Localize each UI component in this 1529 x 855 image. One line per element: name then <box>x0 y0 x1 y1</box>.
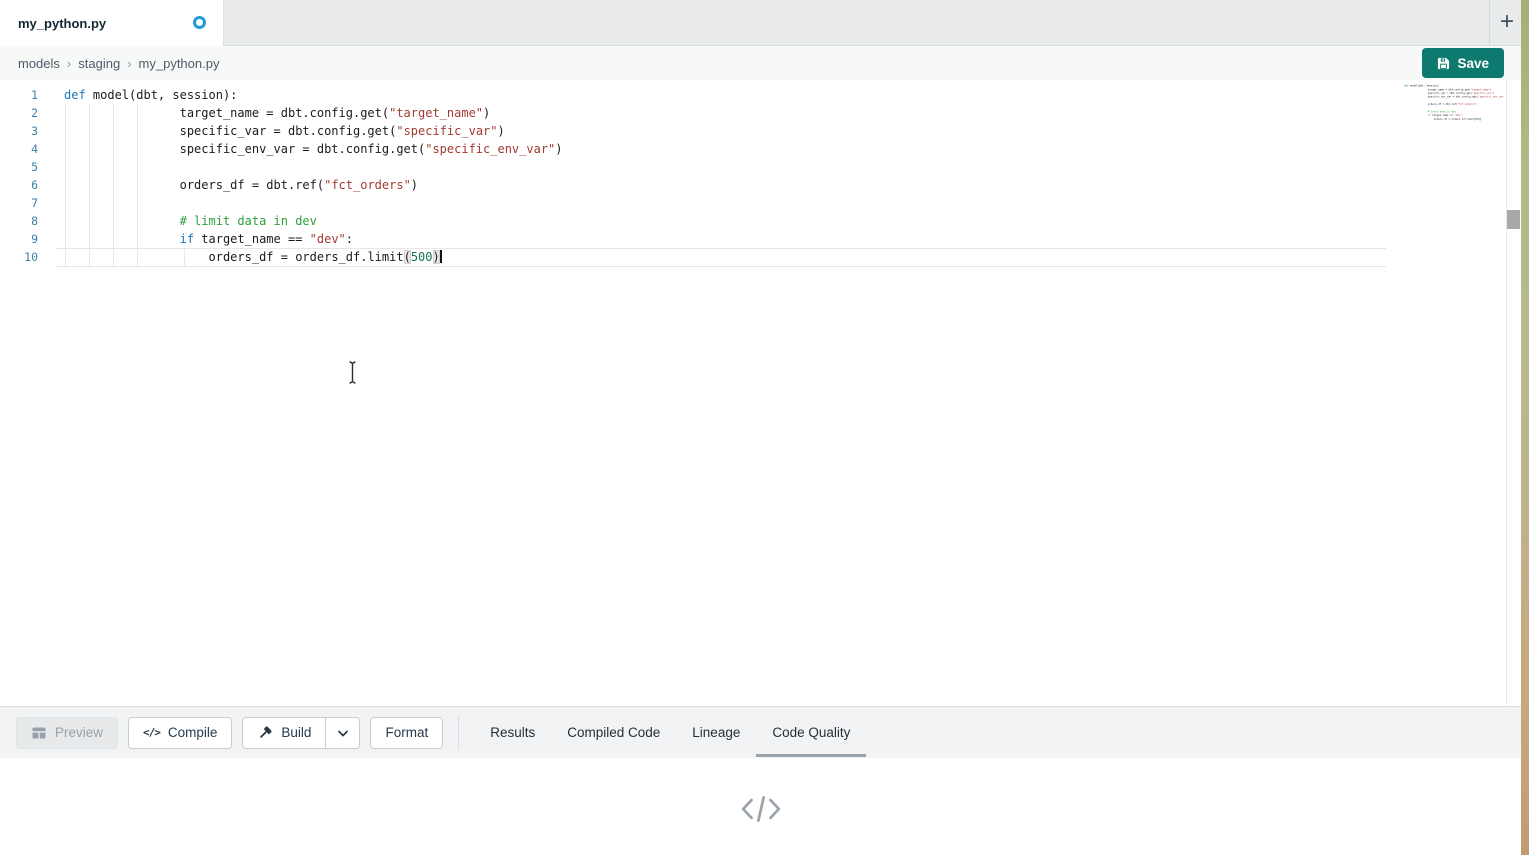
line-number: 8 <box>0 212 44 230</box>
hammer-icon <box>257 725 273 741</box>
compile-button-label: Compile <box>168 725 218 740</box>
code-brackets-icon: </> <box>143 726 160 739</box>
chevron-down-icon <box>335 725 351 741</box>
compile-button[interactable]: </> Compile <box>128 717 232 749</box>
tabbar-divider <box>1489 0 1490 45</box>
code-line[interactable]: 10 orders_df = orders_df.limit(500) <box>0 248 563 266</box>
line-number: 4 <box>0 140 44 158</box>
editor-scrollbar-thumb[interactable] <box>1507 210 1520 229</box>
save-button[interactable]: Save <box>1422 48 1504 78</box>
line-number: 3 <box>0 122 44 140</box>
breadcrumb-models[interactable]: models <box>18 56 60 71</box>
table-icon <box>31 725 47 741</box>
toolbar-divider <box>458 716 459 750</box>
unsaved-changes-dot-icon <box>193 16 206 29</box>
code-line[interactable]: 7 <box>0 194 563 212</box>
save-button-label: Save <box>1457 56 1489 71</box>
floppy-disk-icon <box>1437 57 1450 70</box>
code-line[interactable]: 4 specific_env_var = dbt.config.get("spe… <box>0 140 563 158</box>
editor-tab-bar: my_python.py + <box>0 0 1521 46</box>
chevron-right-icon: › <box>67 56 71 71</box>
line-number: 2 <box>0 104 44 122</box>
mouse-cursor-ibeam-icon <box>345 359 360 391</box>
result-panel-tabs: Results Compiled Code Lineage Code Quali… <box>474 707 866 759</box>
code-line: orders_df = orders_df.limit(500) <box>1400 117 1504 121</box>
minimap-code: def model(dbt, session): target_name = d… <box>1400 84 1504 121</box>
code-line[interactable]: 5 <box>0 158 563 176</box>
format-button-label: Format <box>385 725 428 740</box>
format-button[interactable]: Format <box>370 717 443 749</box>
build-options-dropdown-button[interactable] <box>326 717 360 749</box>
file-tab-title: my_python.py <box>18 16 106 31</box>
desktop-wallpaper-strip <box>1521 0 1529 855</box>
chevron-right-icon: › <box>127 56 131 71</box>
file-tab-my-python[interactable]: my_python.py <box>0 0 224 46</box>
tab-lineage[interactable]: Lineage <box>676 707 756 759</box>
code-line[interactable]: 2 target_name = dbt.config.get("target_n… <box>0 104 563 122</box>
build-button[interactable]: Build <box>242 717 326 749</box>
breadcrumb-file[interactable]: my_python.py <box>139 56 220 71</box>
code-line[interactable]: 1def model(dbt, session): <box>0 86 563 104</box>
line-number: 1 <box>0 86 44 104</box>
code-line[interactable]: 9 if target_name == "dev": <box>0 230 563 248</box>
code-line: specific_env_var = dbt.config.get("speci… <box>1400 95 1504 99</box>
breadcrumb: models › staging › my_python.py Save <box>0 46 1521 80</box>
build-button-label: Build <box>281 725 311 740</box>
code-line[interactable]: 3 specific_var = dbt.config.get("specifi… <box>0 122 563 140</box>
code-line[interactable]: 6 orders_df = dbt.ref("fct_orders") <box>0 176 563 194</box>
line-number: 6 <box>0 176 44 194</box>
line-number: 7 <box>0 194 44 212</box>
code-quality-panel <box>0 758 1521 855</box>
preview-button[interactable]: Preview <box>16 717 118 749</box>
code-editor[interactable]: 1def model(dbt, session):2 target_name =… <box>0 80 1521 706</box>
line-number: 10 <box>0 248 44 266</box>
tab-results[interactable]: Results <box>474 707 551 759</box>
text-caret <box>440 250 442 263</box>
editor-action-bar: Preview </> Compile Build <box>0 706 1521 758</box>
line-number: 5 <box>0 158 44 176</box>
code-lines: 1def model(dbt, session):2 target_name =… <box>0 86 563 266</box>
line-number: 9 <box>0 230 44 248</box>
tab-compiled-code[interactable]: Compiled Code <box>551 707 676 759</box>
preview-button-label: Preview <box>55 725 103 740</box>
breadcrumb-staging[interactable]: staging <box>78 56 120 71</box>
minimap[interactable]: def model(dbt, session): target_name = d… <box>1400 84 1504 224</box>
ide-window: my_python.py + models › staging › my_pyt… <box>0 0 1529 855</box>
code-placeholder-icon <box>740 794 782 855</box>
code-line[interactable]: 8 # limit data in dev <box>0 212 563 230</box>
tab-code-quality[interactable]: Code Quality <box>756 707 866 759</box>
editor-scrollbar-track[interactable] <box>1506 80 1521 706</box>
new-tab-button[interactable]: + <box>1494 5 1520 39</box>
build-button-group: Build <box>242 717 360 749</box>
